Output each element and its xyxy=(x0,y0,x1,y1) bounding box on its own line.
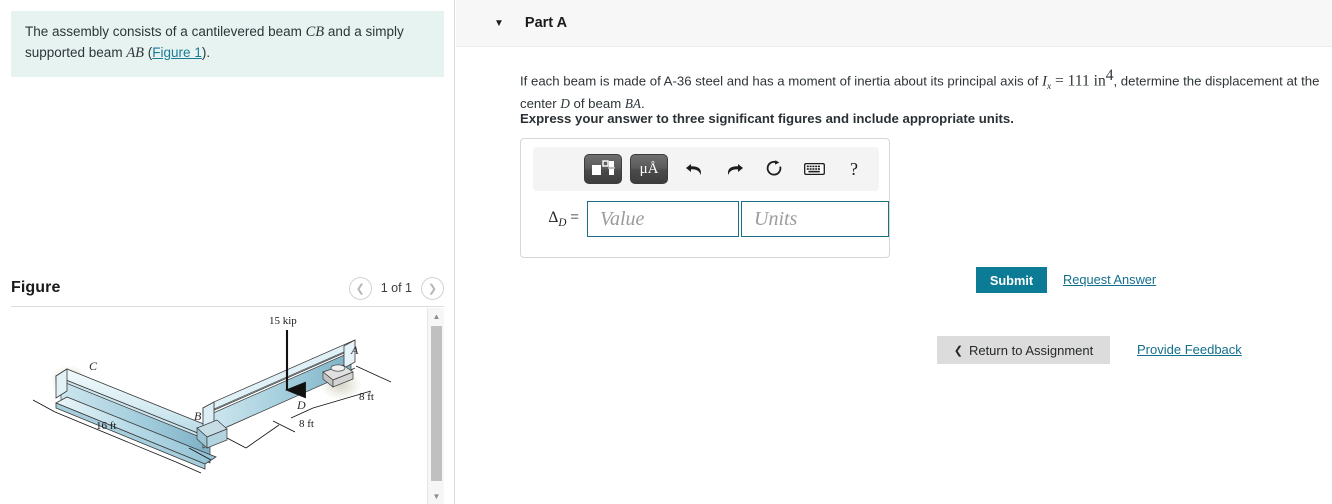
units-button[interactable]: μÅ xyxy=(630,154,668,184)
redo-arrow-icon xyxy=(727,163,743,175)
part-a-title: Part A xyxy=(524,15,568,31)
delta-symbol: Δ xyxy=(548,208,559,226)
label-B: B xyxy=(194,409,202,423)
answer-entry-box: μÅ ? ΔD = Value Units xyxy=(520,138,890,258)
figure-divider xyxy=(11,306,444,307)
beam-label-cb: CB xyxy=(305,24,325,40)
beam-ba-label: BA xyxy=(624,96,641,112)
redo-button[interactable] xyxy=(720,155,748,183)
answer-value-input[interactable]: Value xyxy=(587,201,739,237)
caret-up-icon: ▲ xyxy=(432,311,441,321)
intro-text-1: The assembly consists of a cantilevered … xyxy=(25,24,306,39)
figure-header: Figure ❮ 1 of 1 ❯ xyxy=(11,270,444,306)
help-question-icon: ? xyxy=(850,158,858,179)
units-placeholder: Units xyxy=(754,207,798,230)
scroll-down-button[interactable]: ▼ xyxy=(428,488,444,504)
inertia-value: 111 xyxy=(1067,72,1090,90)
caret-down-icon: ▼ xyxy=(432,491,441,501)
undo-arrow-icon xyxy=(685,163,701,175)
undo-button[interactable] xyxy=(680,155,708,183)
point-d-label: D xyxy=(560,96,570,112)
figure-scrollbar[interactable]: ▲ ▼ xyxy=(427,308,444,504)
label-C: C xyxy=(89,359,98,373)
math-template-icon xyxy=(592,160,615,175)
problem-intro-box: The assembly consists of a cantilevered … xyxy=(11,11,444,78)
keyboard-icon xyxy=(803,162,825,176)
return-to-assignment-button[interactable]: ❮ Return to Assignment xyxy=(937,336,1110,364)
keyboard-button[interactable] xyxy=(800,155,828,183)
figure-page-label: 1 of 1 xyxy=(380,281,412,295)
equals-sign: = xyxy=(1055,72,1064,90)
dim-16ft: 16 ft xyxy=(96,420,116,432)
figure-panel: 15 kip C B D A 16 ft 8 ft 8 ft ▲ ▼ xyxy=(11,308,444,504)
part-a-header[interactable]: ▼ Part A xyxy=(456,0,1332,47)
answer-row: ΔD = Value Units xyxy=(533,201,889,237)
figure-heading: Figure xyxy=(11,279,61,296)
submit-button[interactable]: Submit xyxy=(976,267,1047,293)
right-panel: ▼ Part A If each beam is made of A-36 st… xyxy=(456,0,1332,504)
intro-paren-close: ). xyxy=(201,45,211,61)
load-label: 15 kip xyxy=(269,315,297,327)
dim-8ft-left: 8 ft xyxy=(299,418,314,430)
question-text: If each beam is made of A-36 steel and h… xyxy=(520,64,1320,115)
answer-instruction: Express your answer to three significant… xyxy=(520,111,1014,126)
inertia-unit: in xyxy=(1093,72,1106,90)
label-A: A xyxy=(350,343,359,357)
return-to-assignment-label: Return to Assignment xyxy=(968,342,1094,358)
value-placeholder: Value xyxy=(600,207,645,230)
label-D: D xyxy=(296,398,306,412)
help-button[interactable]: ? xyxy=(840,155,868,183)
question-line-d: . xyxy=(640,96,645,112)
scrollbar-thumb[interactable] xyxy=(431,326,442,481)
math-template-button[interactable] xyxy=(584,154,622,184)
scroll-up-button[interactable]: ▲ xyxy=(428,308,444,324)
beam-label-ab: AB xyxy=(126,45,145,62)
beam-assembly-diagram: 15 kip C B D A 16 ft 8 ft 8 ft xyxy=(32,315,392,474)
answer-variable-label: ΔD = xyxy=(533,209,587,229)
chevron-left-icon: ❮ xyxy=(953,344,963,357)
reset-circular-arrow-icon xyxy=(766,160,781,176)
question-line-a: If each beam is made of A-36 steel and h… xyxy=(520,73,1042,89)
delta-subscript: D xyxy=(558,217,567,230)
answer-equals: = xyxy=(570,208,579,226)
micro-angstrom-units-icon: μÅ xyxy=(639,160,659,177)
provide-feedback-link[interactable]: Provide Feedback xyxy=(1137,342,1242,357)
figure-pager: ❮ 1 of 1 ❯ xyxy=(348,276,444,300)
request-answer-link[interactable]: Request Answer xyxy=(1063,272,1156,287)
chevron-left-icon: ❮ xyxy=(355,282,365,295)
question-line-c: of beam xyxy=(569,96,625,112)
caret-down-icon[interactable]: ▼ xyxy=(494,18,504,29)
left-panel: The assembly consists of a cantilevered … xyxy=(0,0,455,504)
reset-button[interactable] xyxy=(760,155,788,183)
math-toolbar: μÅ ? xyxy=(533,147,879,191)
figure-next-button[interactable]: ❯ xyxy=(421,276,444,300)
chevron-right-icon: ❯ xyxy=(427,282,438,295)
figure-1-link[interactable]: Figure 1 xyxy=(152,45,202,60)
dim-8ft-right: 8 ft xyxy=(359,391,374,403)
figure-prev-button[interactable]: ❮ xyxy=(348,276,372,300)
answer-units-input[interactable]: Units xyxy=(741,201,889,237)
page-root: The assembly consists of a cantilevered … xyxy=(0,0,1332,504)
